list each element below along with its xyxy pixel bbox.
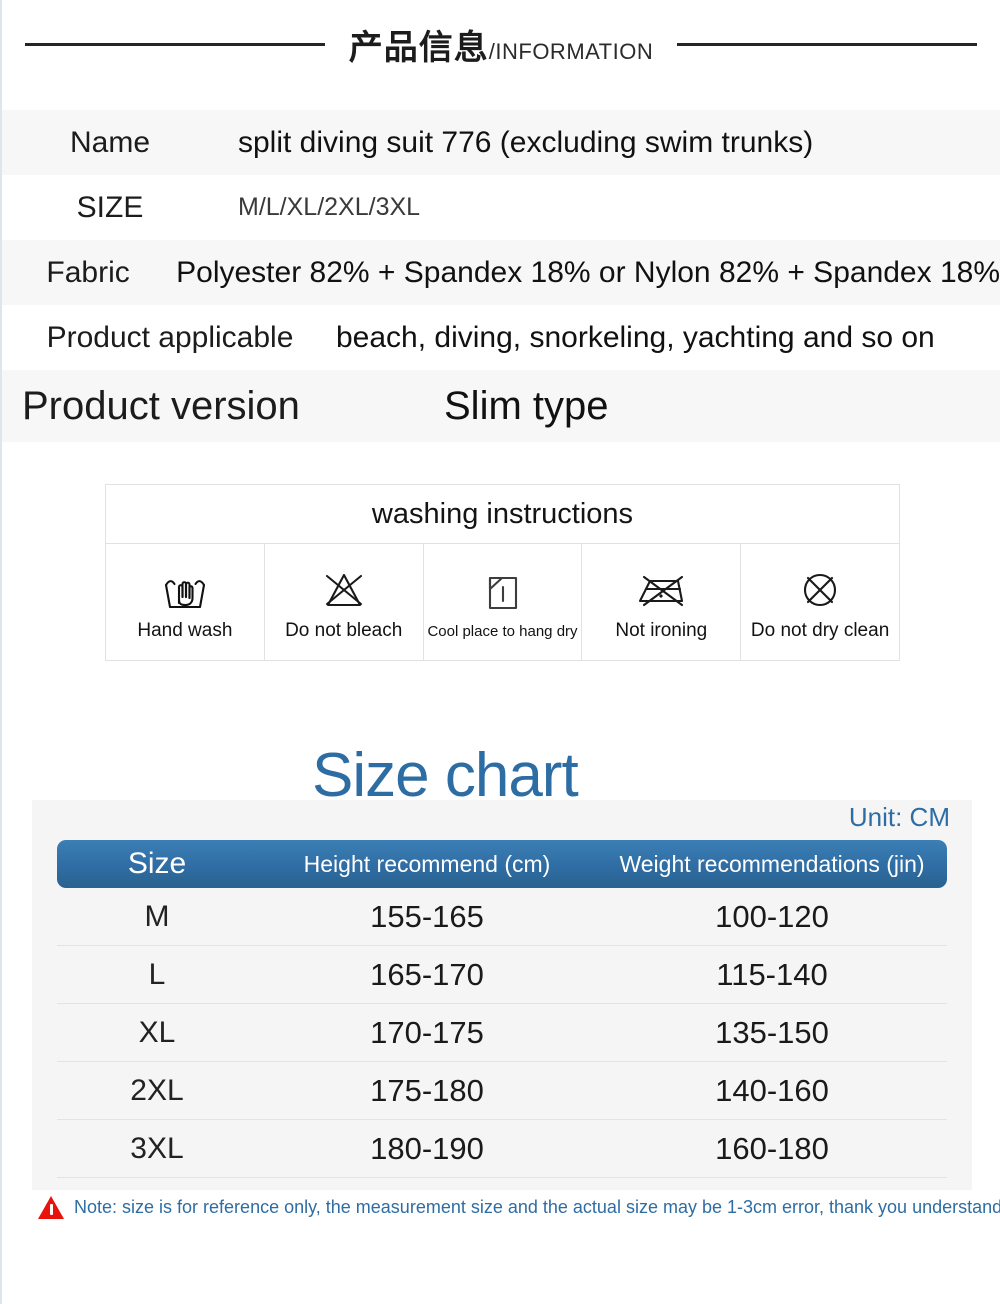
info-value-product-applicable: beach, diving, snorkeling, yachting and … [336, 320, 935, 354]
washing-instructions-title: washing instructions [106, 485, 899, 544]
hand-wash-icon [157, 562, 213, 618]
cell-height: 165-170 [370, 956, 484, 992]
cell-weight: 160-180 [715, 1130, 829, 1166]
size-chart-section: Size chart Unit: CM Size Height recommen… [32, 741, 972, 1190]
info-label-fabric: Fabric [46, 255, 130, 289]
info-label-product-version: Product version [22, 383, 300, 428]
cell-height: 170-175 [370, 1014, 484, 1050]
cell-weight: 135-150 [715, 1014, 829, 1050]
size-chart-title: Size chart [312, 741, 579, 810]
washing-item-not-ironing: Not ironing [582, 544, 742, 660]
cell-height: 175-180 [370, 1072, 484, 1108]
page-header-banner: 产品信息 /INFORMATION [2, 0, 1000, 88]
table-row: XL 170-175 135-150 [57, 1004, 947, 1062]
washing-label-not-ironing: Not ironing [615, 620, 708, 641]
cell-weight: 115-140 [716, 956, 828, 992]
info-label-name: Name [69, 125, 151, 159]
banner-rule-right [677, 42, 978, 46]
washing-item-hand-wash: Hand wash [106, 544, 265, 660]
warning-triangle-icon [38, 1196, 64, 1219]
cell-size: XL [138, 1015, 176, 1049]
do-not-dry-clean-icon [796, 562, 844, 618]
table-row: 2XL 175-180 140-160 [57, 1062, 947, 1120]
washing-label-do-not-bleach: Do not bleach [285, 620, 403, 641]
washing-item-do-not-bleach: Do not bleach [265, 544, 424, 660]
do-not-bleach-icon [318, 562, 370, 618]
washing-label-hand-wash: Hand wash [137, 620, 233, 641]
banner-rule-left [24, 42, 325, 46]
info-row-fabric: Fabric Polyester 82% + Spandex 18% or Ny… [2, 240, 1000, 305]
washing-label-hang-dry: Cool place to hang dry [427, 622, 578, 640]
not-ironing-icon [632, 562, 690, 618]
cell-weight: 140-160 [715, 1072, 829, 1108]
cell-size: 2XL [130, 1073, 184, 1107]
washing-label-do-not-dry-clean: Do not dry clean [750, 620, 890, 641]
size-chart-header-row: Size Height recommend (cm) Weight recomm… [57, 840, 947, 888]
washing-item-do-not-dry-clean: Do not dry clean [741, 544, 899, 660]
cell-size: 3XL [130, 1131, 184, 1165]
cell-height: 180-190 [370, 1130, 484, 1166]
washing-instructions-box: washing instructions Hand wash Do not bl… [105, 484, 900, 661]
size-note: Note: size is for reference only, the me… [38, 1196, 1000, 1219]
table-row: 3XL 180-190 160-180 [57, 1120, 947, 1178]
info-label-size: SIZE [76, 190, 144, 224]
washing-item-hang-dry: Cool place to hang dry [424, 544, 583, 660]
table-row: M 155-165 100-120 [57, 888, 947, 946]
info-value-size: M/L/XL/2XL/3XL [238, 193, 421, 221]
size-chart-header-height: Height recommend (cm) [303, 850, 551, 877]
cell-size: L [148, 957, 166, 991]
cell-size: M [144, 899, 170, 933]
info-row-size: SIZE M/L/XL/2XL/3XL [2, 175, 1000, 240]
product-information-page: 产品信息 /INFORMATION Name split diving suit… [0, 0, 1000, 1304]
banner-title-chinese: 产品信息 [348, 28, 489, 67]
info-value-name: split diving suit 776 (excluding swim tr… [238, 125, 814, 159]
banner-title-english: /INFORMATION [488, 38, 654, 64]
info-label-product-applicable: Product applicable [46, 320, 294, 354]
cell-weight: 100-120 [715, 898, 829, 934]
info-value-fabric: Polyester 82% + Spandex 18% or Nylon 82%… [176, 255, 1000, 289]
info-row-product-version: Product version Slim type [2, 370, 1000, 442]
info-value-product-version: Slim type [444, 383, 609, 428]
info-row-name: Name split diving suit 776 (excluding sw… [2, 110, 1000, 175]
size-chart-unit: Unit: CM [848, 802, 950, 832]
size-chart-header-size: Size [127, 847, 187, 880]
size-note-text: Note: size is for reference only, the me… [74, 1197, 1000, 1217]
hang-dry-icon [478, 565, 526, 621]
table-row: L 165-170 115-140 [57, 946, 947, 1004]
size-chart-table: Size Height recommend (cm) Weight recomm… [57, 840, 947, 1178]
banner-title: 产品信息 /INFORMATION [349, 20, 653, 69]
cell-height: 155-165 [370, 898, 484, 934]
washing-instructions-grid: Hand wash Do not bleach Cool place to ha… [106, 544, 899, 660]
info-row-product-applicable: Product applicable beach, diving, snorke… [2, 305, 1000, 370]
size-chart-header-weight: Weight recommendations (jin) [619, 850, 925, 877]
product-info-table: Name split diving suit 776 (excluding sw… [2, 110, 1000, 442]
